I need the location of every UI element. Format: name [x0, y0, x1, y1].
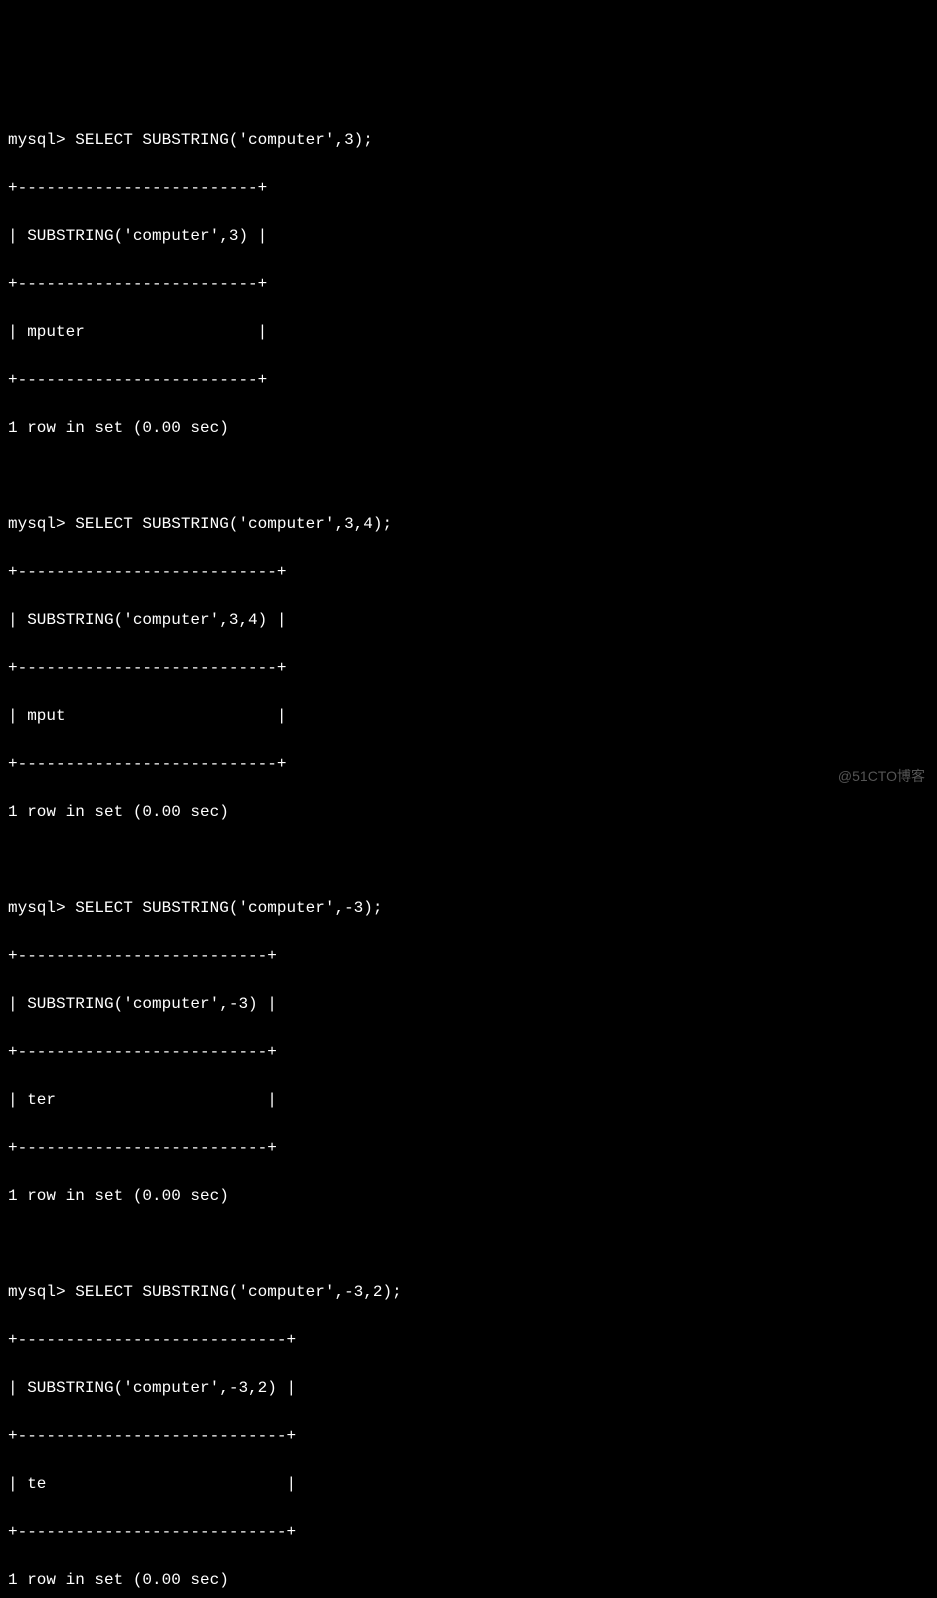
sql-command: SELECT SUBSTRING('computer',3,4); — [75, 515, 392, 533]
table-border: +-------------------------+ — [8, 176, 929, 200]
status-line: 1 row in set (0.00 sec) — [8, 1184, 929, 1208]
query-line: mysql> SELECT SUBSTRING('computer',3,4); — [8, 512, 929, 536]
table-border: +--------------------------+ — [8, 1136, 929, 1160]
table-border: +-------------------------+ — [8, 272, 929, 296]
table-row: | te | — [8, 1472, 929, 1496]
table-header: | SUBSTRING('computer',-3,2) | — [8, 1376, 929, 1400]
table-row: | mput | — [8, 704, 929, 728]
table-border: +----------------------------+ — [8, 1328, 929, 1352]
status-line: 1 row in set (0.00 sec) — [8, 416, 929, 440]
sql-command: SELECT SUBSTRING('computer',3); — [75, 131, 373, 149]
blank-line — [8, 848, 929, 872]
status-line: 1 row in set (0.00 sec) — [8, 1568, 929, 1592]
mysql-prompt: mysql> — [8, 899, 75, 917]
blank-line — [8, 1232, 929, 1256]
query-line: mysql> SELECT SUBSTRING('computer',-3); — [8, 896, 929, 920]
blank-line — [8, 464, 929, 488]
watermark-text: @51CTO博客 — [838, 766, 925, 787]
query-line: mysql> SELECT SUBSTRING('computer',-3,2)… — [8, 1280, 929, 1304]
table-row: | mputer | — [8, 320, 929, 344]
mysql-prompt: mysql> — [8, 1283, 75, 1301]
table-border: +--------------------------+ — [8, 944, 929, 968]
table-border: +---------------------------+ — [8, 656, 929, 680]
table-header: | SUBSTRING('computer',3) | — [8, 224, 929, 248]
mysql-prompt: mysql> — [8, 515, 75, 533]
terminal-output: mysql> SELECT SUBSTRING('computer',3); +… — [8, 104, 929, 1598]
status-line: 1 row in set (0.00 sec) — [8, 800, 929, 824]
sql-command: SELECT SUBSTRING('computer',-3,2); — [75, 1283, 401, 1301]
table-border: +---------------------------+ — [8, 752, 929, 776]
table-border: +-------------------------+ — [8, 368, 929, 392]
table-row: | ter | — [8, 1088, 929, 1112]
table-border: +---------------------------+ — [8, 560, 929, 584]
table-border: +----------------------------+ — [8, 1520, 929, 1544]
query-line: mysql> SELECT SUBSTRING('computer',3); — [8, 128, 929, 152]
sql-command: SELECT SUBSTRING('computer',-3); — [75, 899, 382, 917]
mysql-prompt: mysql> — [8, 131, 75, 149]
table-header: | SUBSTRING('computer',-3) | — [8, 992, 929, 1016]
table-header: | SUBSTRING('computer',3,4) | — [8, 608, 929, 632]
table-border: +----------------------------+ — [8, 1424, 929, 1448]
table-border: +--------------------------+ — [8, 1040, 929, 1064]
